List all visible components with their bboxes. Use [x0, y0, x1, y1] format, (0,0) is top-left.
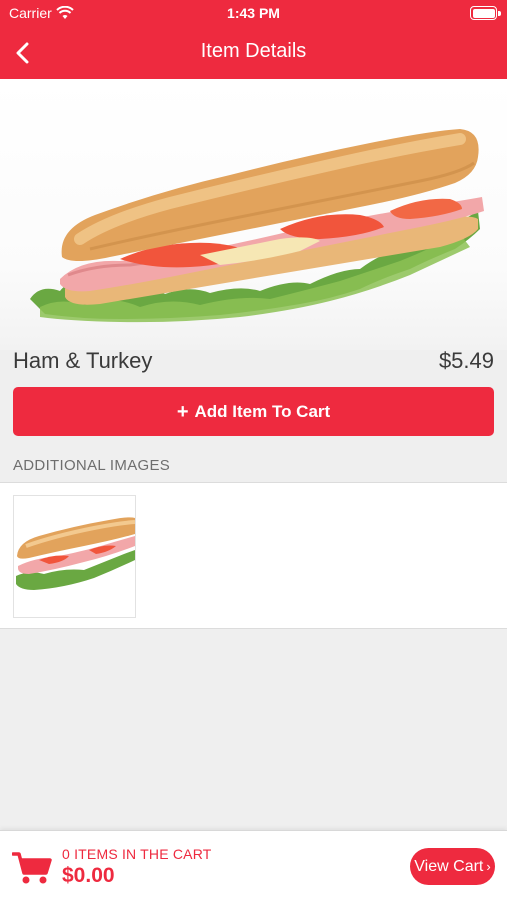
navigation-header: Carrier 1:43 PM Item Details — [0, 0, 507, 79]
cart-total: $0.00 — [62, 864, 115, 887]
page-title: Item Details — [200, 40, 307, 62]
cart-item-count: 0 ITEMS IN THE CART — [62, 846, 212, 862]
add-to-cart-label: Add Item To Cart — [194, 401, 331, 421]
product-image — [0, 79, 507, 350]
add-to-cart-button[interactable]: + Add Item To Cart — [13, 387, 494, 436]
item-name: Ham & Turkey — [13, 348, 153, 373]
cart-icon[interactable] — [12, 851, 52, 885]
sandwich-thumbnail-image — [14, 496, 135, 617]
additional-images-gallery — [0, 482, 507, 629]
view-cart-button[interactable]: View Cart › — [410, 848, 495, 885]
battery-icon — [470, 6, 497, 20]
status-bar: Carrier 1:43 PM — [0, 0, 507, 28]
status-time: 1:43 PM — [227, 5, 280, 21]
chevron-right-icon: › — [486, 859, 491, 874]
section-header-additional-images: ADDITIONAL IMAGES — [13, 457, 171, 474]
cart-summary-bar: 0 ITEMS IN THE CART $0.00 View Cart › — [0, 830, 507, 900]
battery-cap — [498, 11, 501, 16]
item-info-row: Ham & Turkey $5.49 — [0, 340, 507, 380]
item-price: $5.49 — [438, 348, 494, 373]
view-cart-label: View Cart — [414, 857, 484, 875]
plus-icon: + — [176, 400, 189, 423]
additional-image-thumbnail[interactable] — [13, 495, 136, 618]
sandwich-illustration — [30, 129, 484, 323]
